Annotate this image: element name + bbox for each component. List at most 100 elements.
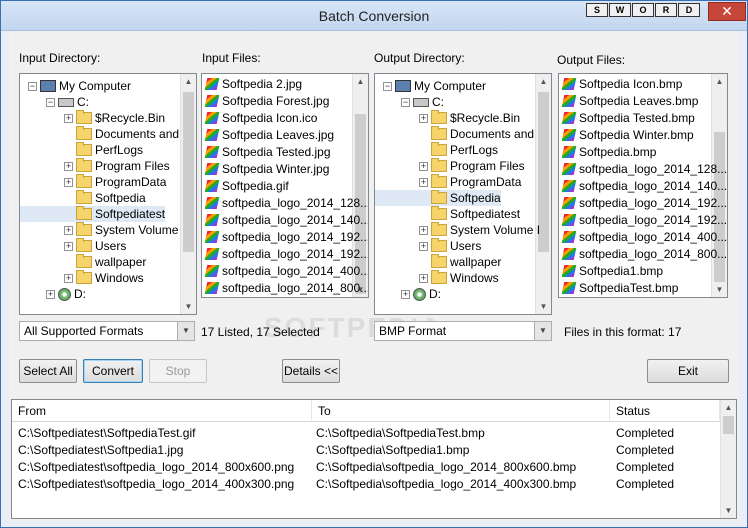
- sword-letter-button[interactable]: W: [609, 3, 631, 17]
- conversion-results-grid[interactable]: From To Status ▲ ▼ C:\Softpediatest\Soft…: [11, 399, 737, 519]
- scroll-up-icon[interactable]: ▲: [712, 74, 727, 89]
- expand-icon[interactable]: +: [64, 177, 73, 187]
- select-all-button[interactable]: Select All: [19, 359, 77, 383]
- expand-icon[interactable]: +: [419, 177, 428, 187]
- tree-node[interactable]: + System Volume I: [375, 222, 540, 238]
- file-list-item[interactable]: Softpedia.bmp: [559, 144, 656, 160]
- scroll-up-icon[interactable]: ▲: [536, 74, 551, 89]
- expand-icon[interactable]: +: [419, 241, 428, 251]
- expand-icon[interactable]: +: [419, 113, 428, 123]
- output-tree-scrollbar[interactable]: ▲ ▼: [535, 74, 551, 314]
- tree-node[interactable]: − My Computer: [375, 78, 486, 94]
- expand-icon[interactable]: +: [64, 161, 73, 171]
- tree-node[interactable]: − My Computer: [20, 78, 131, 94]
- details-button[interactable]: Details <<: [282, 359, 340, 383]
- tree-node[interactable]: + Program Files: [375, 158, 525, 174]
- file-list-item[interactable]: SoftpediaTest.bmp: [559, 280, 678, 296]
- file-list-item[interactable]: softpedia_logo_2014_400...: [202, 263, 368, 279]
- collapse-icon[interactable]: −: [401, 97, 410, 107]
- file-list-item[interactable]: softpedia_logo_2014_128...: [202, 195, 368, 211]
- column-header-status[interactable]: Status: [610, 400, 720, 422]
- exit-button[interactable]: Exit: [647, 359, 729, 383]
- collapse-icon[interactable]: −: [46, 97, 55, 107]
- tree-node[interactable]: + System Volume: [20, 222, 178, 238]
- expand-icon[interactable]: +: [46, 289, 55, 299]
- file-list-item[interactable]: Softpedia Icon.bmp: [559, 76, 682, 92]
- input-directory-tree[interactable]: ▲ ▼ − My Computer − C: + $Recycle.Bin Document…: [19, 73, 197, 315]
- tree-node[interactable]: + ProgramData: [20, 174, 166, 190]
- output-directory-tree[interactable]: ▲ ▼ − My Computer − C: + $Recycle.Bin Document…: [374, 73, 552, 315]
- file-list-item[interactable]: Softpedia Forest.jpg: [202, 93, 329, 109]
- file-list-item[interactable]: Softpedia Tested.bmp: [559, 110, 695, 126]
- tree-node[interactable]: PerfLogs: [20, 142, 143, 158]
- chevron-down-icon[interactable]: ▼: [177, 322, 194, 340]
- file-list-item[interactable]: softpedia_logo_2014_128...: [559, 161, 727, 177]
- tree-node[interactable]: + Windows: [20, 270, 144, 286]
- file-list-item[interactable]: Softpedia.gif: [202, 178, 289, 194]
- scroll-thumb[interactable]: [183, 92, 194, 252]
- expand-icon[interactable]: +: [419, 273, 428, 283]
- scroll-thumb[interactable]: [723, 416, 734, 434]
- tree-node[interactable]: Documents and: [375, 126, 534, 142]
- tree-node[interactable]: Softpediatest: [375, 206, 520, 222]
- file-list-item[interactable]: softpedia_logo_2014_140...: [559, 178, 727, 194]
- expand-icon[interactable]: +: [419, 161, 428, 171]
- sword-letter-button[interactable]: D: [678, 3, 700, 17]
- file-list-item[interactable]: softpedia_logo_2014_192...: [202, 229, 368, 245]
- scroll-down-icon[interactable]: ▼: [712, 282, 727, 297]
- tree-node[interactable]: + D:: [20, 286, 86, 302]
- tree-node[interactable]: − C:: [20, 94, 89, 110]
- close-button[interactable]: ✕: [708, 2, 746, 21]
- file-list-item[interactable]: Softpedia1.bmp: [559, 263, 663, 279]
- tree-node[interactable]: − C:: [375, 94, 444, 110]
- file-list-item[interactable]: Softpedia Winter.jpg: [202, 161, 329, 177]
- file-list-item[interactable]: Softpedia Leaves.jpg: [202, 127, 334, 143]
- tree-node[interactable]: + Users: [375, 238, 481, 254]
- scroll-up-icon[interactable]: ▲: [353, 74, 368, 89]
- scroll-down-icon[interactable]: ▼: [181, 299, 196, 314]
- expand-icon[interactable]: +: [64, 113, 73, 123]
- file-list-item[interactable]: softpedia_logo_2014_800...: [202, 280, 368, 296]
- tree-node[interactable]: wallpaper: [375, 254, 501, 270]
- expand-icon[interactable]: +: [401, 289, 410, 299]
- column-header-from[interactable]: From: [12, 400, 312, 422]
- tree-node[interactable]: PerfLogs: [375, 142, 498, 158]
- file-list-item[interactable]: Softpedia Tested.jpg: [202, 144, 331, 160]
- sword-letter-button[interactable]: O: [632, 3, 654, 17]
- scroll-up-icon[interactable]: ▲: [721, 400, 736, 415]
- sword-letter-button[interactable]: R: [655, 3, 677, 17]
- output-files-list[interactable]: ▲ ▼ Softpedia Icon.bmp Softpedia Leaves.b…: [558, 73, 728, 298]
- collapse-icon[interactable]: −: [383, 81, 392, 91]
- input-tree-scrollbar[interactable]: ▲ ▼: [180, 74, 196, 314]
- input-format-select[interactable]: All Supported Formats ▼: [19, 321, 195, 341]
- sword-letter-button[interactable]: S: [586, 3, 608, 17]
- stop-button[interactable]: Stop: [149, 359, 207, 383]
- scroll-up-icon[interactable]: ▲: [181, 74, 196, 89]
- tree-node[interactable]: + Program Files: [20, 158, 170, 174]
- tree-node[interactable]: + Users: [20, 238, 126, 254]
- tree-node[interactable]: wallpaper: [20, 254, 146, 270]
- column-header-to[interactable]: To: [312, 400, 610, 422]
- tree-node[interactable]: + $Recycle.Bin: [375, 110, 520, 126]
- chevron-down-icon[interactable]: ▼: [534, 322, 551, 340]
- file-list-item[interactable]: softpedia_logo_2014_192...: [202, 246, 368, 262]
- file-list-item[interactable]: Softpedia Leaves.bmp: [559, 93, 698, 109]
- tree-node[interactable]: + D:: [375, 286, 441, 302]
- tree-node[interactable]: Softpedia: [20, 190, 146, 206]
- tree-node[interactable]: Softpedia: [375, 190, 501, 206]
- file-list-item[interactable]: Softpedia 2.jpg: [202, 76, 302, 92]
- results-scrollbar[interactable]: ▲ ▼: [720, 400, 736, 518]
- file-list-item[interactable]: Softpedia Icon.ico: [202, 110, 317, 126]
- scroll-down-icon[interactable]: ▼: [721, 503, 736, 518]
- file-list-item[interactable]: softpedia_logo_2014_400...: [559, 229, 727, 245]
- convert-button[interactable]: Convert: [83, 359, 143, 383]
- expand-icon[interactable]: +: [419, 225, 428, 235]
- expand-icon[interactable]: +: [64, 273, 73, 283]
- expand-icon[interactable]: +: [64, 225, 73, 235]
- file-list-item[interactable]: softpedia_logo_2014_800...: [559, 246, 727, 262]
- file-list-item[interactable]: Softpedia Winter.bmp: [559, 127, 694, 143]
- tree-node[interactable]: Documents and: [20, 126, 179, 142]
- output-format-select[interactable]: BMP Format ▼: [374, 321, 552, 341]
- file-list-item[interactable]: softpedia_logo_2014_192...: [559, 212, 727, 228]
- scroll-down-icon[interactable]: ▼: [536, 299, 551, 314]
